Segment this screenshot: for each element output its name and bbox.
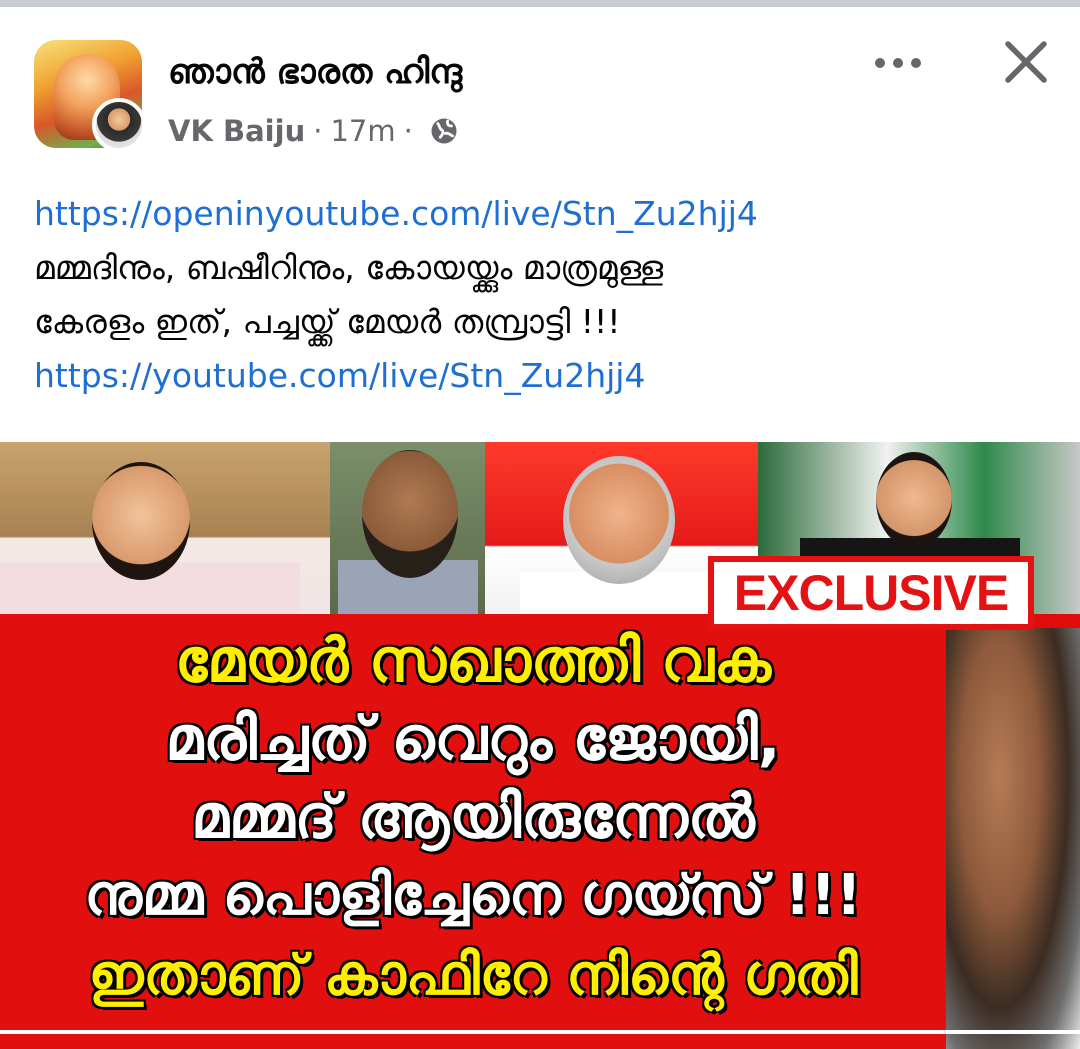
post-meta: VK Baiju · 17m · [168,114,459,148]
more-horizontal-icon[interactable] [872,48,924,78]
image-headline: മേയർ സഖാത്തി വക മരിച്ചത് വെറും ജോയി, മമ്… [0,622,946,1016]
image-bottom-rule [0,1030,1080,1034]
person-face [362,450,458,578]
post-body-line: കേരളം ഇത്, പച്ചയ്ക്ക് മേയർ തമ്പ്രാട്ടി !… [34,302,621,341]
headline-line: മമ്മദ് ആയിരുന്നേൽ [191,782,755,852]
post-image[interactable]: EXCLUSIVE മേയർ സഖാത്തി വക മരിച്ചത് വെറും… [0,442,1080,1049]
person-face [92,462,190,580]
post-link-2[interactable]: https://youtube.com/live/Stn_Zu2hjj4 [34,349,1044,403]
person-photo [946,628,1080,1049]
headline-line: നുമ്മ പൊളിച്ചേനെ ഗയ്സ് !!! [84,863,862,928]
headline-line: മരിച്ചത് വെറും ജോയി, [165,704,781,774]
person-face [563,456,675,584]
top-divider [0,0,1080,7]
globe-icon [431,118,457,144]
group-name[interactable]: ഞാൻ ഭാരത ഹിന്ദു [168,52,462,92]
headline-line: ഇതാണ് കാഫിറേ നിന്റെ ഗതി [88,943,858,1008]
post-link-1[interactable]: https://openinyoutube.com/live/Stn_Zu2hj… [34,187,1044,241]
author-name[interactable]: VK Baiju [168,114,305,148]
person-face [876,452,952,548]
meta-separator: · [313,114,323,148]
author-avatar[interactable] [92,98,146,152]
exclusive-badge: EXCLUSIVE [708,556,1034,630]
group-avatar-stack[interactable] [34,40,146,152]
headline-line: മേയർ സഖാത്തി വക [175,626,771,696]
post-text: https://openinyoutube.com/live/Stn_Zu2hj… [34,187,1044,403]
post-time[interactable]: 17m [330,114,395,148]
close-icon[interactable] [1000,36,1052,88]
meta-separator: · [403,114,413,148]
post-body-line: മമ്മദിനും, ബഷീറിനും, കോയയ്ക്കും മാത്രമുള… [34,248,664,287]
